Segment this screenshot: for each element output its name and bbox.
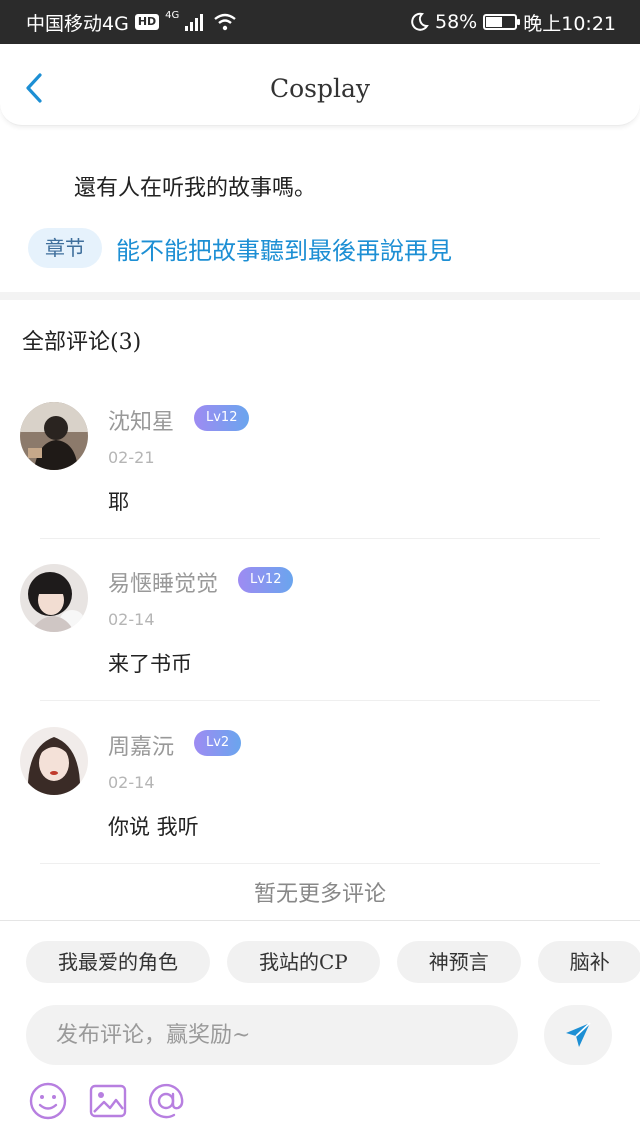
comment-username[interactable]: 易惬睡觉觉 xyxy=(108,566,218,598)
comment-divider xyxy=(40,863,600,864)
comment-date: 02-14 xyxy=(108,610,155,629)
comments-heading: 全部评论(3) xyxy=(22,330,142,355)
level-badge: Lv12 xyxy=(238,567,294,593)
topic-chip[interactable]: 我最爱的角色 xyxy=(26,941,210,983)
comment-item: 沈知星 Lv12 02-21 耶 xyxy=(0,402,640,564)
comment-item: 易惬睡觉觉 Lv12 02-14 来了书币 xyxy=(0,564,640,726)
avatar[interactable] xyxy=(20,564,88,632)
comment-input[interactable] xyxy=(26,1005,518,1065)
topic-chip[interactable]: 我站的CP xyxy=(227,941,380,983)
status-bar: 中国移动4G HD 4G 58% 晚上10:21 xyxy=(0,0,640,44)
comment-text: 耶 xyxy=(108,490,129,514)
image-icon[interactable] xyxy=(88,1081,128,1121)
signal-icon xyxy=(185,14,204,31)
battery-icon xyxy=(483,14,521,30)
battery-level xyxy=(486,17,503,27)
level-badge: Lv2 xyxy=(194,730,242,756)
carrier-label: 中国移动4G xyxy=(26,12,129,35)
topic-chip[interactable]: 脑补 xyxy=(537,941,640,983)
send-icon xyxy=(566,1022,591,1047)
chapter-link[interactable]: 能不能把故事聽到最後再說再見 xyxy=(116,231,452,266)
comment-date: 02-14 xyxy=(108,773,155,792)
avatar[interactable] xyxy=(20,402,88,470)
topic-chip[interactable]: 神预言 xyxy=(396,941,521,983)
page-title: Cosplay xyxy=(269,74,371,103)
no-more-comments: 暂无更多评论 xyxy=(253,882,386,907)
quick-topic-chips: 我最爱的角色 我站的CP 神预言 脑补 xyxy=(26,941,640,983)
comment-divider xyxy=(40,538,600,539)
comment-text: 来了书币 xyxy=(108,652,192,676)
hd-badge: HD xyxy=(134,14,160,30)
comment-text: 你说 我听 xyxy=(108,815,199,839)
article-text: 還有人在听我的故事嗎。 xyxy=(74,176,317,201)
level-badge: Lv12 xyxy=(194,405,250,431)
chapter-tag: 章节 xyxy=(28,228,102,268)
at-icon[interactable] xyxy=(146,1081,186,1121)
clock: 晚上10:21 xyxy=(523,12,616,35)
comment-username[interactable]: 沈知星 xyxy=(108,404,174,436)
wifi-icon xyxy=(214,13,237,31)
moon-icon xyxy=(411,12,429,31)
network-type-label: 4G xyxy=(165,9,180,21)
send-button[interactable] xyxy=(544,1005,612,1065)
comment-divider xyxy=(40,700,600,701)
battery-percent: 58% xyxy=(435,11,478,33)
section-divider xyxy=(0,292,640,300)
comment-composer: 我最爱的角色 我站的CP 神预言 脑补 xyxy=(0,920,640,1138)
avatar[interactable] xyxy=(20,727,88,795)
comment-item: 周嘉沅 Lv2 02-14 你说 我听 xyxy=(0,727,640,889)
comment-date: 02-21 xyxy=(108,448,155,467)
comment-username[interactable]: 周嘉沅 xyxy=(108,729,174,761)
header: Cosplay xyxy=(0,44,640,126)
emoji-icon[interactable] xyxy=(28,1081,68,1121)
